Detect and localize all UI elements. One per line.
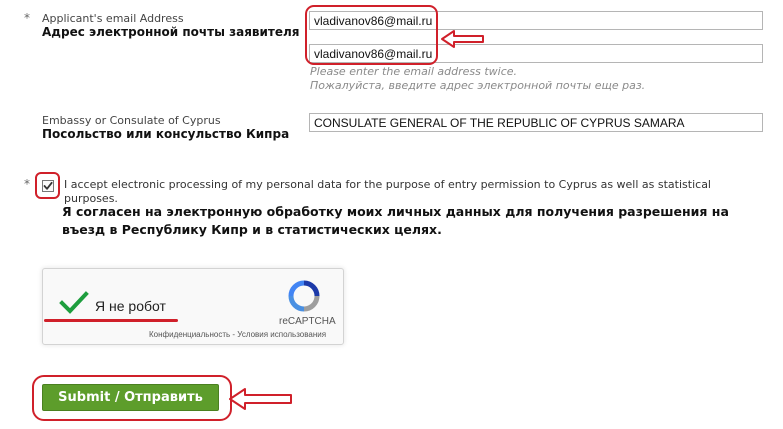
recaptcha-links: Конфиденциальность - Условия использован… bbox=[149, 330, 326, 339]
email-hint-en: Please enter the email address twice. bbox=[310, 65, 518, 78]
check-green-icon[interactable] bbox=[59, 291, 89, 315]
consent-checkbox[interactable] bbox=[42, 180, 54, 192]
consent-text-en: I accept electronic processing of my per… bbox=[64, 178, 711, 205]
arrow-left-icon bbox=[229, 388, 292, 410]
checkmark-icon bbox=[43, 181, 53, 190]
captcha-underline-annotation bbox=[44, 319, 178, 322]
email-label-en: Applicant's email Address bbox=[42, 12, 184, 25]
consent-required-mark: * bbox=[24, 177, 30, 191]
recaptcha-widget: Я не робот reCAPTCHA Конфиденциальность … bbox=[42, 268, 344, 345]
embassy-label-ru: Посольство или консульство Кипра bbox=[42, 127, 290, 141]
recaptcha-brand: reCAPTCHA bbox=[279, 316, 336, 327]
arrow-left-icon bbox=[441, 30, 484, 48]
recaptcha-privacy-link[interactable]: Конфиденциальность bbox=[149, 330, 230, 339]
email-highlight-outline bbox=[305, 5, 438, 65]
email-label-ru: Адрес электронной почты заявителя bbox=[42, 25, 300, 39]
embassy-field[interactable]: CONSULATE GENERAL OF THE REPUBLIC OF CYP… bbox=[309, 113, 763, 132]
recaptcha-label: Я не робот bbox=[95, 298, 166, 314]
embassy-label-en: Embassy or Consulate of Cyprus bbox=[42, 114, 221, 127]
email-required-mark: * bbox=[24, 11, 30, 25]
email-hint-ru: Пожалуйста, введите адрес электронной по… bbox=[310, 79, 646, 92]
submit-button[interactable]: Submit / Отправить bbox=[42, 384, 219, 411]
recaptcha-terms-link[interactable]: Условия использования bbox=[237, 330, 326, 339]
recaptcha-logo-icon bbox=[288, 280, 320, 312]
consent-text-ru: Я согласен на электронную обработку моих… bbox=[62, 204, 729, 237]
